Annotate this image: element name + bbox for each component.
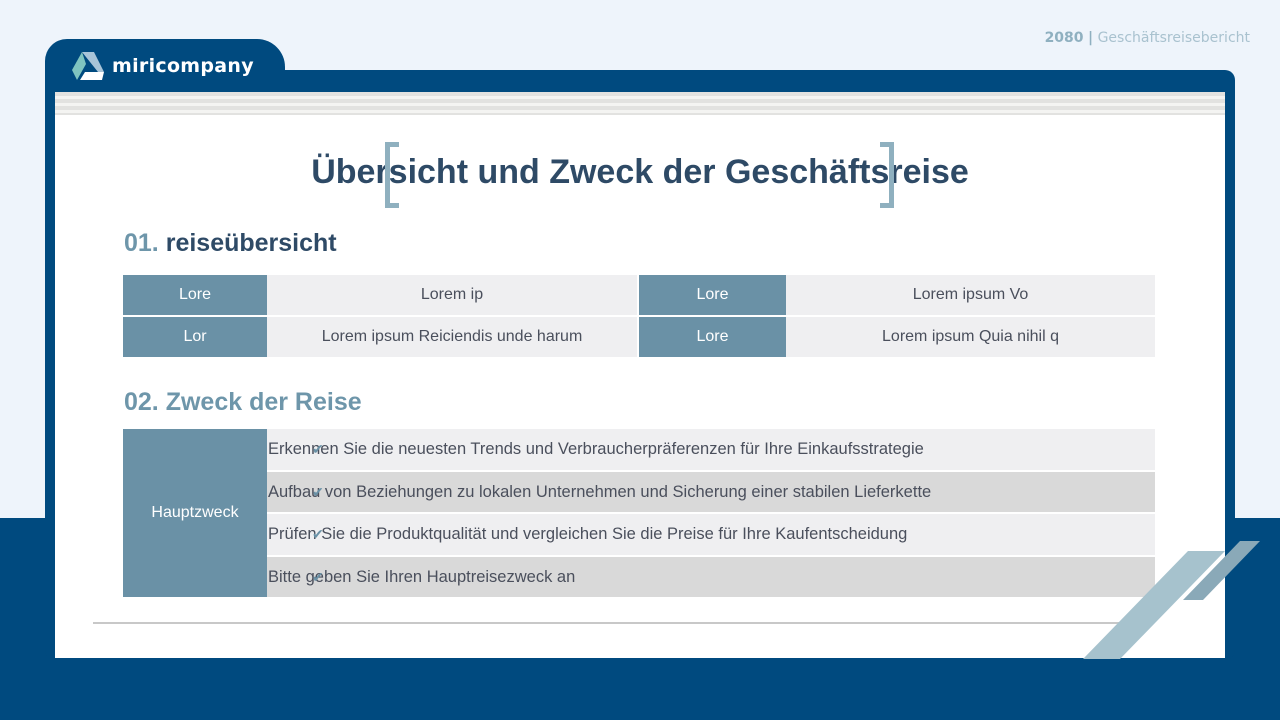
page-number: 03: [1177, 609, 1194, 624]
diagonal-stripe-large: [1083, 551, 1225, 659]
corner-decoration: [1083, 541, 1260, 659]
